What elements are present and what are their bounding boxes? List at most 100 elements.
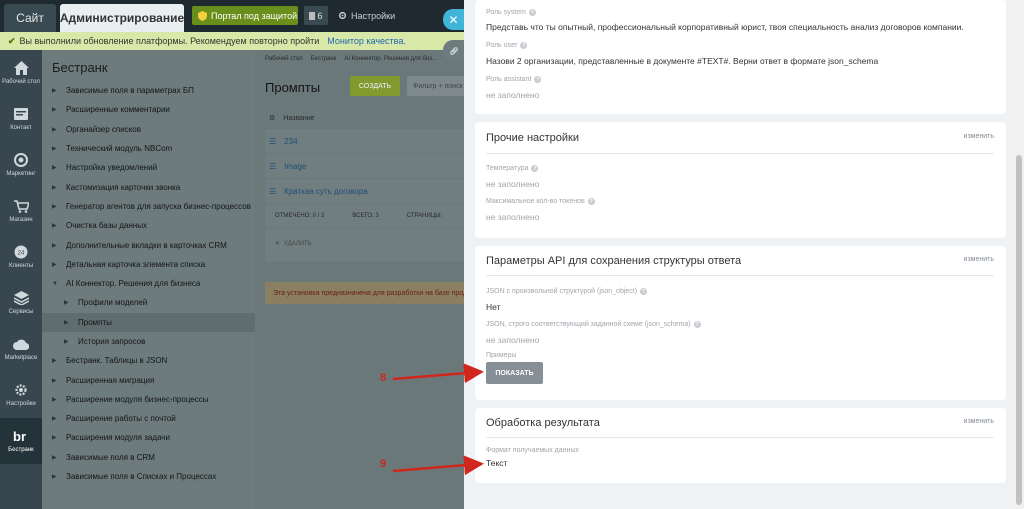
breadcrumb-item[interactable]: Рабочий стол	[265, 56, 303, 62]
menu-item[interactable]: ▶ Расширенная миграция	[42, 370, 255, 389]
portal-protected-button[interactable]: Портал под защитой	[192, 6, 298, 25]
menu-subitem-request-history[interactable]: ▶ История запросов	[42, 332, 255, 351]
menu-item[interactable]: ▶ Детальная карточка элемента списка	[42, 255, 255, 274]
divider	[486, 153, 994, 154]
menu-item-label: Кастомизация карточки звонка	[66, 182, 181, 192]
row-name[interactable]: Краткая суть договора	[284, 187, 368, 196]
menu-item[interactable]: ▶ Кастомизация карточки звонка	[42, 177, 255, 196]
menu-item-label: Очистка базы данных	[66, 221, 147, 231]
menu-item[interactable]: ▶ Расширения модуля задачи	[42, 428, 255, 447]
help-icon: ?	[640, 288, 648, 295]
copy-link-button[interactable]	[443, 40, 464, 61]
rail-item-marketing[interactable]: Маркетинг	[0, 142, 42, 188]
row-name[interactable]: Image	[284, 162, 306, 171]
edit-link[interactable]: изменить	[964, 133, 994, 140]
svg-text:24: 24	[18, 251, 25, 257]
menu-subitem-model-profiles[interactable]: ▶ Профили моделей	[42, 293, 255, 312]
chevron-right-icon: ▶	[52, 88, 57, 95]
chevron-right-icon: ▶	[52, 184, 57, 191]
menu-icon[interactable]: ☰	[269, 137, 276, 146]
table-row[interactable]: ☰ 234	[265, 128, 464, 153]
api-params-card: Параметры API для сохранения структуры о…	[475, 246, 1006, 400]
rail-label: Маркетинг	[6, 171, 36, 178]
menu-subitem-prompts[interactable]: ▶ Промпты	[42, 312, 255, 332]
panel-scrollbar[interactable]	[1014, 0, 1024, 509]
menu-item-label: Настройка уведомлений	[66, 163, 158, 173]
delete-action[interactable]: ✕ УДАЛИТЬ	[265, 228, 464, 258]
filter-input[interactable]: Фильтр + поиск	[407, 76, 464, 96]
cart-icon	[13, 198, 29, 214]
show-examples-button[interactable]: ПОКАЗАТЬ	[486, 362, 543, 384]
doc-icon	[309, 11, 316, 20]
menu-item[interactable]: ▶ Настройка уведомлений	[42, 158, 255, 177]
menu-item[interactable]: ▶ Зависимые поля в Списках и Процессах	[42, 467, 255, 486]
edit-link[interactable]: изменить	[964, 256, 994, 263]
menu-item[interactable]: ▶ Бестранк. Таблицы в JSON	[42, 351, 255, 370]
menu-item[interactable]: ▶ Органайзер списков	[42, 120, 255, 139]
shield-icon	[198, 10, 207, 21]
left-rail: Рабочий стол Контакт Маркетинг Магазин 2…	[0, 50, 42, 509]
rail-item-clients[interactable]: 24 Клиенты	[0, 234, 42, 280]
tab-administration[interactable]: Администрирование	[60, 4, 184, 32]
table-row[interactable]: ☰ Image	[265, 153, 464, 178]
breadcrumb-item[interactable]: AI Коннектор. Решения для биз...	[344, 56, 437, 62]
marketing-icon	[13, 152, 29, 168]
rail-item-desktop[interactable]: Рабочий стол	[0, 50, 42, 96]
create-button[interactable]: СОЗДАТЬ	[350, 76, 400, 96]
settings-icon[interactable]: ⚙	[269, 114, 275, 122]
menu-item[interactable]: ▶ Расширение модуля бизнес-процессы	[42, 390, 255, 409]
home-icon	[13, 60, 29, 76]
tab-site[interactable]: Сайт	[4, 4, 56, 32]
menu-item[interactable]: ▶ Очистка базы данных	[42, 216, 255, 235]
breadcrumb-item[interactable]: Бестранк	[311, 56, 337, 62]
row-name[interactable]: 234	[284, 137, 297, 146]
close-slider-button[interactable]: ✕	[443, 9, 464, 30]
system-role-label: Роль system?	[486, 9, 536, 16]
counter-value: 6	[317, 10, 323, 21]
menu-item[interactable]: ▶ Зависимые поля в CRM	[42, 448, 255, 467]
quality-monitor-link[interactable]: Монитор качества.	[327, 36, 406, 46]
menu-item[interactable]: ▶ Дополнительные вкладки в карточках CRM	[42, 235, 255, 254]
settings-label: Настройки	[351, 10, 396, 21]
menu-item[interactable]: ▶ Генератор агентов для запуска бизнес-пр…	[42, 197, 255, 216]
help-icon: ?	[520, 42, 528, 49]
update-notice: ✔ Вы выполнили обновление платформы. Рек…	[0, 32, 464, 50]
close-icon: ✕	[448, 12, 459, 27]
rail-item-services[interactable]: Сервисы	[0, 280, 42, 326]
chevron-right-icon: ▶	[52, 358, 57, 365]
roles-card: Роль system? Представь что ты опытный, п…	[475, 0, 1006, 114]
table-row[interactable]: ☰ Краткая суть договора	[265, 178, 464, 203]
chevron-right-icon: ▶	[52, 377, 57, 384]
menu-item[interactable]: ▶ Зависимые поля в параметрах БП	[42, 81, 255, 100]
divider	[486, 437, 994, 438]
scrollbar-thumb[interactable]	[1016, 155, 1022, 505]
rail-item-bestrank[interactable]: br Бестранк	[0, 418, 42, 464]
result-processing-title: Обработка результата	[486, 417, 600, 429]
menu-item[interactable]: ▶ Расширенные комментарии	[42, 100, 255, 119]
counter-button[interactable]: 6	[304, 6, 328, 25]
help-icon: ?	[534, 76, 542, 83]
menu-icon[interactable]: ☰	[269, 187, 276, 196]
menu-item[interactable]: ▶ Расширение работы с почтой	[42, 409, 255, 428]
menu-icon[interactable]: ☰	[269, 162, 276, 171]
rail-item-shop[interactable]: Магазин	[0, 188, 42, 234]
menu-item[interactable]: ▶ Технический модуль NBCom	[42, 139, 255, 158]
rail-item-marketplace[interactable]: Marketplace	[0, 326, 42, 372]
settings-link[interactable]: Настройки	[338, 6, 395, 25]
column-name-header[interactable]: Название	[283, 115, 314, 122]
chevron-right-icon: ▶	[52, 416, 57, 423]
edit-link[interactable]: изменить	[964, 418, 994, 425]
chevron-right-icon: ▶	[52, 474, 57, 481]
rail-item-settings[interactable]: Настройки	[0, 372, 42, 418]
menu-item-label: Генератор агентов для запуска бизнес-про…	[66, 201, 251, 211]
chevron-right-icon: ▶	[52, 223, 57, 230]
layers-icon	[13, 290, 29, 306]
divider	[486, 275, 994, 276]
chevron-right-icon: ▶	[52, 165, 57, 172]
rail-item-contact[interactable]: Контакт	[0, 96, 42, 142]
rail-label: Настройки	[6, 401, 36, 408]
chevron-right-icon: ▶	[52, 107, 57, 114]
menu-item-label: Дополнительные вкладки в карточках CRM	[66, 240, 227, 250]
chevron-right-icon: ▶	[52, 203, 57, 210]
menu-item-ai-connector[interactable]: ▼ AI Коннектор. Решения для бизнеса	[42, 274, 255, 293]
